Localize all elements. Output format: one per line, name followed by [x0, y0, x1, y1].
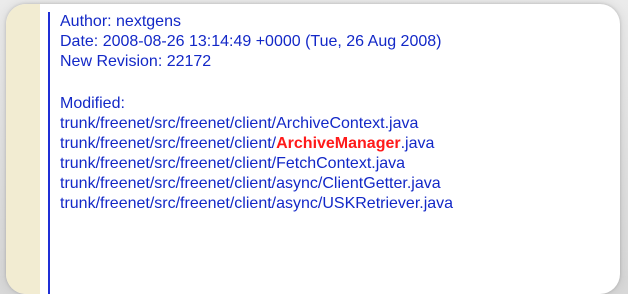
file-extension: .java [400, 135, 435, 152]
file-row: trunk/freenet/src/freenet/client/async/C… [60, 174, 608, 194]
file-link[interactable]: trunk/freenet/src/freenet/client/Archive… [60, 135, 434, 152]
file-link[interactable]: trunk/freenet/src/freenet/client/Archive… [60, 115, 418, 132]
file-path-prefix: trunk/freenet/src/freenet/client/ [60, 135, 277, 152]
author-line: Author: nextgens [60, 13, 181, 30]
window-frame: Author: nextgens Date: 2008-08-26 13:14:… [0, 0, 628, 294]
commit-details: Author: nextgens Date: 2008-08-26 13:14:… [48, 12, 608, 294]
file-row: trunk/freenet/src/freenet/client/FetchCo… [60, 154, 608, 174]
file-link[interactable]: trunk/freenet/src/freenet/client/async/C… [60, 175, 441, 192]
modified-label: Modified: [60, 95, 125, 112]
file-row: trunk/freenet/src/freenet/client/Archive… [60, 134, 608, 154]
revision-line: New Revision: 22172 [60, 53, 212, 70]
highlighted-file-name: ArchiveManager [276, 135, 401, 152]
file-row: trunk/freenet/src/freenet/client/async/U… [60, 194, 608, 214]
left-tint-strip [6, 4, 40, 294]
file-link[interactable]: trunk/freenet/src/freenet/client/async/U… [60, 195, 453, 212]
file-link[interactable]: trunk/freenet/src/freenet/client/FetchCo… [60, 155, 405, 172]
file-row: trunk/freenet/src/freenet/client/Archive… [60, 114, 608, 134]
date-line: Date: 2008-08-26 13:14:49 +0000 (Tue, 26… [60, 33, 442, 50]
commit-card: Author: nextgens Date: 2008-08-26 13:14:… [6, 4, 620, 294]
